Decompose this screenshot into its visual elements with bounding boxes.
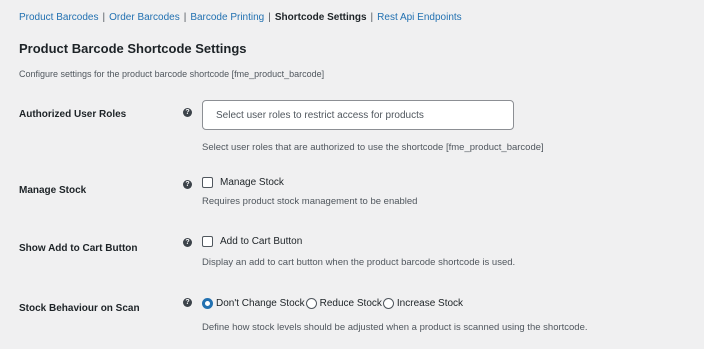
roles-help-text: Select user roles that are authorized to…: [202, 142, 544, 153]
tab-separator: |: [183, 12, 187, 23]
radio-reduce-stock[interactable]: Reduce Stock: [305, 298, 382, 309]
stock-behaviour-help-text: Define how stock levels should be adjust…: [202, 322, 588, 333]
add-to-cart-checkbox-label[interactable]: Add to Cart Button: [220, 236, 302, 247]
add-to-cart-help-text: Display an add to cart button when the p…: [202, 257, 516, 268]
radio-label[interactable]: Reduce Stock: [320, 298, 382, 309]
radio-selected-icon[interactable]: [202, 298, 213, 309]
help-icon[interactable]: ?: [183, 238, 192, 247]
radio-label[interactable]: Increase Stock: [397, 298, 463, 309]
tab-separator: |: [370, 12, 374, 23]
manage-stock-help-text: Requires product stock management to be …: [202, 196, 418, 207]
radio-label[interactable]: Don't Change Stock: [216, 298, 305, 309]
radio-increase-stock[interactable]: Increase Stock: [382, 298, 463, 309]
tab-separator: |: [102, 12, 106, 23]
help-icon[interactable]: ?: [183, 108, 192, 117]
show-add-to-cart-label: Show Add to Cart Button: [19, 243, 138, 254]
add-to-cart-option[interactable]: Add to Cart Button: [202, 236, 302, 247]
manage-stock-checkbox-label[interactable]: Manage Stock: [220, 177, 284, 188]
radio-unselected-icon[interactable]: [305, 298, 317, 309]
stock-behaviour-radio-group: Don't Change Stock Reduce Stock Increase…: [202, 298, 464, 309]
help-icon[interactable]: ?: [183, 180, 192, 189]
radio-dont-change-stock[interactable]: Don't Change Stock: [202, 298, 305, 309]
help-icon[interactable]: ?: [183, 298, 192, 307]
settings-tabs: Product Barcodes | Order Barcodes | Barcode …: [19, 12, 462, 23]
tab-separator: |: [268, 12, 271, 23]
manage-stock-option[interactable]: Manage Stock: [202, 177, 284, 188]
tab-product-barcodes[interactable]: Product Barcodes: [19, 12, 99, 23]
manage-stock-checkbox[interactable]: [202, 177, 213, 188]
tab-rest-api-endpoints[interactable]: Rest Api Endpoints: [377, 12, 462, 23]
manage-stock-label: Manage Stock: [19, 185, 87, 196]
tab-barcode-printing[interactable]: Barcode Printing: [190, 12, 264, 23]
authorized-user-roles-label: Authorized User Roles: [19, 109, 127, 120]
tab-shortcode-settings[interactable]: Shortcode Settings: [275, 12, 367, 23]
page-description: Configure settings for the product barco…: [19, 69, 325, 79]
radio-unselected-icon[interactable]: [382, 298, 394, 309]
tab-order-barcodes[interactable]: Order Barcodes: [109, 12, 180, 23]
user-roles-select-input[interactable]: [202, 100, 514, 130]
add-to-cart-checkbox[interactable]: [202, 236, 213, 247]
stock-behaviour-label: Stock Behaviour on Scan: [19, 303, 140, 314]
page-title: Product Barcode Shortcode Settings: [19, 41, 247, 56]
